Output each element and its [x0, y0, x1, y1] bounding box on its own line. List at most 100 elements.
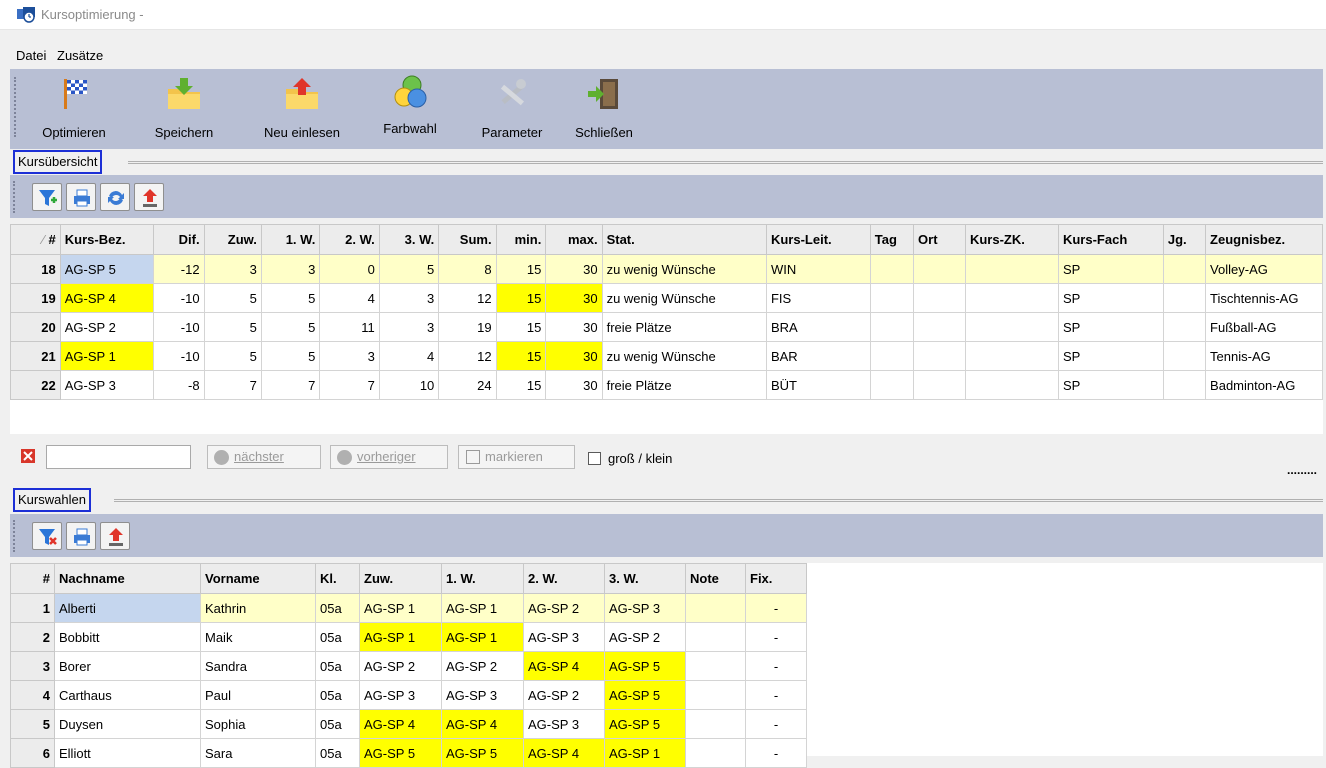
table-row[interactable]: 5 Duysen Sophia 05a AG-SP 4 AG-SP 4 AG-S… — [10, 709, 807, 739]
table-row[interactable]: 22 AG-SP 3 -8 7 7 7 10 24 15 30 freie Pl… — [10, 370, 1323, 400]
cell-kurs-fach[interactable]: SP — [1057, 254, 1164, 284]
cell-zuw[interactable]: 5 — [203, 341, 262, 371]
cell-ort[interactable] — [913, 254, 966, 284]
schliessen-button[interactable]: Schließen — [566, 69, 642, 149]
refresh-button[interactable] — [100, 183, 130, 211]
cell-ort[interactable] — [913, 370, 966, 400]
toolbar-grip[interactable] — [14, 77, 16, 137]
parameter-button[interactable]: Parameter — [474, 69, 550, 149]
mark-button[interactable]: markieren — [458, 445, 575, 469]
row-index[interactable]: 21 — [10, 341, 61, 371]
cell-kurs-bez[interactable]: AG-SP 3 — [59, 370, 154, 400]
menu-zusaetze[interactable]: Zusätze — [57, 48, 103, 63]
col-header-nachname[interactable]: Nachname — [54, 563, 201, 594]
col-header-dif[interactable]: Dif. — [152, 224, 205, 255]
cell-tag[interactable] — [869, 283, 915, 313]
cell-fix[interactable]: - — [745, 593, 807, 623]
cell-w1[interactable]: 5 — [260, 312, 321, 342]
cell-zuw[interactable]: 3 — [203, 254, 262, 284]
farbwahl-button[interactable]: Farbwahl — [370, 69, 450, 149]
cell-vorname[interactable]: Sophia — [200, 709, 316, 739]
cell-zuw[interactable]: AG-SP 1 — [359, 622, 442, 652]
col-header-kurs-zk[interactable]: Kurs-ZK. — [964, 224, 1059, 255]
row-index[interactable]: 22 — [10, 370, 61, 400]
col-header-w1[interactable]: 1. W. — [260, 224, 321, 255]
cell-kurs-bez[interactable]: AG-SP 5 — [59, 254, 154, 284]
cell-stat[interactable]: zu wenig Wünsche — [601, 254, 767, 284]
table-row[interactable]: 20 AG-SP 2 -10 5 5 11 3 19 15 30 freie P… — [10, 312, 1323, 342]
col-header-vorname[interactable]: Vorname — [200, 563, 316, 594]
cell-w2[interactable]: 7 — [319, 370, 380, 400]
row-index[interactable]: 19 — [10, 283, 61, 313]
cell-note[interactable] — [685, 680, 746, 710]
clear-icon[interactable] — [21, 449, 35, 463]
cell-tag[interactable] — [869, 370, 915, 400]
search-input[interactable] — [46, 445, 191, 469]
cell-kl[interactable]: 05a — [315, 709, 360, 739]
cell-zuw[interactable]: AG-SP 1 — [359, 593, 442, 623]
cell-w3[interactable]: AG-SP 3 — [604, 593, 686, 623]
cell-w1[interactable]: AG-SP 3 — [441, 680, 524, 710]
cell-dif[interactable]: -10 — [152, 341, 205, 371]
cell-w1[interactable]: AG-SP 1 — [441, 593, 524, 623]
cell-min[interactable]: 15 — [495, 341, 547, 371]
col-header-note[interactable]: Note — [685, 563, 746, 594]
row-index[interactable]: 6 — [10, 738, 55, 768]
cell-sum[interactable]: 12 — [438, 341, 497, 371]
cell-kl[interactable]: 05a — [315, 622, 360, 652]
cell-dif[interactable]: -10 — [152, 312, 205, 342]
previous-button[interactable]: vorheriger — [330, 445, 448, 469]
cell-w2[interactable]: 3 — [319, 341, 380, 371]
cell-zeugnisbez[interactable]: Tischtennis-AG — [1205, 283, 1323, 313]
cell-zeugnisbez[interactable]: Tennis-AG — [1205, 341, 1323, 371]
cell-zeugnisbez[interactable]: Badminton-AG — [1205, 370, 1323, 400]
cell-dif[interactable]: -12 — [152, 254, 205, 284]
cell-min[interactable]: 15 — [495, 312, 547, 342]
cell-kurs-fach[interactable]: SP — [1057, 370, 1164, 400]
cell-w2[interactable]: AG-SP 2 — [523, 593, 605, 623]
case-checkbox[interactable] — [588, 452, 601, 465]
cell-min[interactable]: 15 — [495, 254, 547, 284]
cell-w3[interactable]: 3 — [378, 283, 440, 313]
cell-dif[interactable]: -8 — [152, 370, 205, 400]
cell-kurs-leit[interactable]: BAR — [765, 341, 871, 371]
cell-vorname[interactable]: Sara — [200, 738, 316, 768]
cell-vorname[interactable]: Paul — [200, 680, 316, 710]
col-header-stat[interactable]: Stat. — [601, 224, 767, 255]
cell-jg[interactable] — [1162, 254, 1207, 284]
cell-zeugnisbez[interactable]: Fußball-AG — [1205, 312, 1323, 342]
cell-w1[interactable]: AG-SP 4 — [441, 709, 524, 739]
cell-kurs-leit[interactable]: BÜT — [765, 370, 871, 400]
export-button[interactable] — [134, 183, 164, 211]
cell-w3[interactable]: 10 — [378, 370, 440, 400]
cell-kurs-zk[interactable] — [964, 370, 1059, 400]
table-row[interactable]: 18 AG-SP 5 -12 3 3 0 5 8 15 30 zu wenig … — [10, 254, 1323, 284]
cell-note[interactable] — [685, 593, 746, 623]
cell-ort[interactable] — [913, 283, 966, 313]
cell-tag[interactable] — [869, 312, 915, 342]
table-row[interactable]: 3 Borer Sandra 05a AG-SP 2 AG-SP 2 AG-SP… — [10, 651, 807, 681]
table-row[interactable]: 2 Bobbitt Maik 05a AG-SP 1 AG-SP 1 AG-SP… — [10, 622, 807, 652]
cell-w3[interactable]: AG-SP 5 — [604, 709, 686, 739]
cell-max[interactable]: 30 — [545, 370, 603, 400]
cell-note[interactable] — [685, 709, 746, 739]
col-header-max[interactable]: max. — [545, 224, 603, 255]
cell-kurs-leit[interactable]: FIS — [765, 283, 871, 313]
cell-kl[interactable]: 05a — [315, 680, 360, 710]
col-header-jg[interactable]: Jg. — [1162, 224, 1207, 255]
cell-nachname[interactable]: Alberti — [54, 593, 201, 623]
table-row[interactable]: 21 AG-SP 1 -10 5 5 3 4 12 15 30 zu wenig… — [10, 341, 1323, 371]
cell-zuw[interactable]: 5 — [203, 283, 262, 313]
toolbar-grip[interactable] — [13, 181, 15, 213]
cell-kurs-zk[interactable] — [964, 254, 1059, 284]
cell-jg[interactable] — [1162, 370, 1207, 400]
cell-kurs-zk[interactable] — [964, 341, 1059, 371]
cell-w3[interactable]: AG-SP 5 — [604, 651, 686, 681]
col-header-w2[interactable]: 2. W. — [319, 224, 380, 255]
cell-max[interactable]: 30 — [545, 283, 603, 313]
cell-w1[interactable]: AG-SP 1 — [441, 622, 524, 652]
cell-w1[interactable]: AG-SP 2 — [441, 651, 524, 681]
cell-stat[interactable]: freie Plätze — [601, 370, 767, 400]
row-index[interactable]: 4 — [10, 680, 55, 710]
col-header-nr[interactable]: ⁄ # — [10, 224, 61, 255]
